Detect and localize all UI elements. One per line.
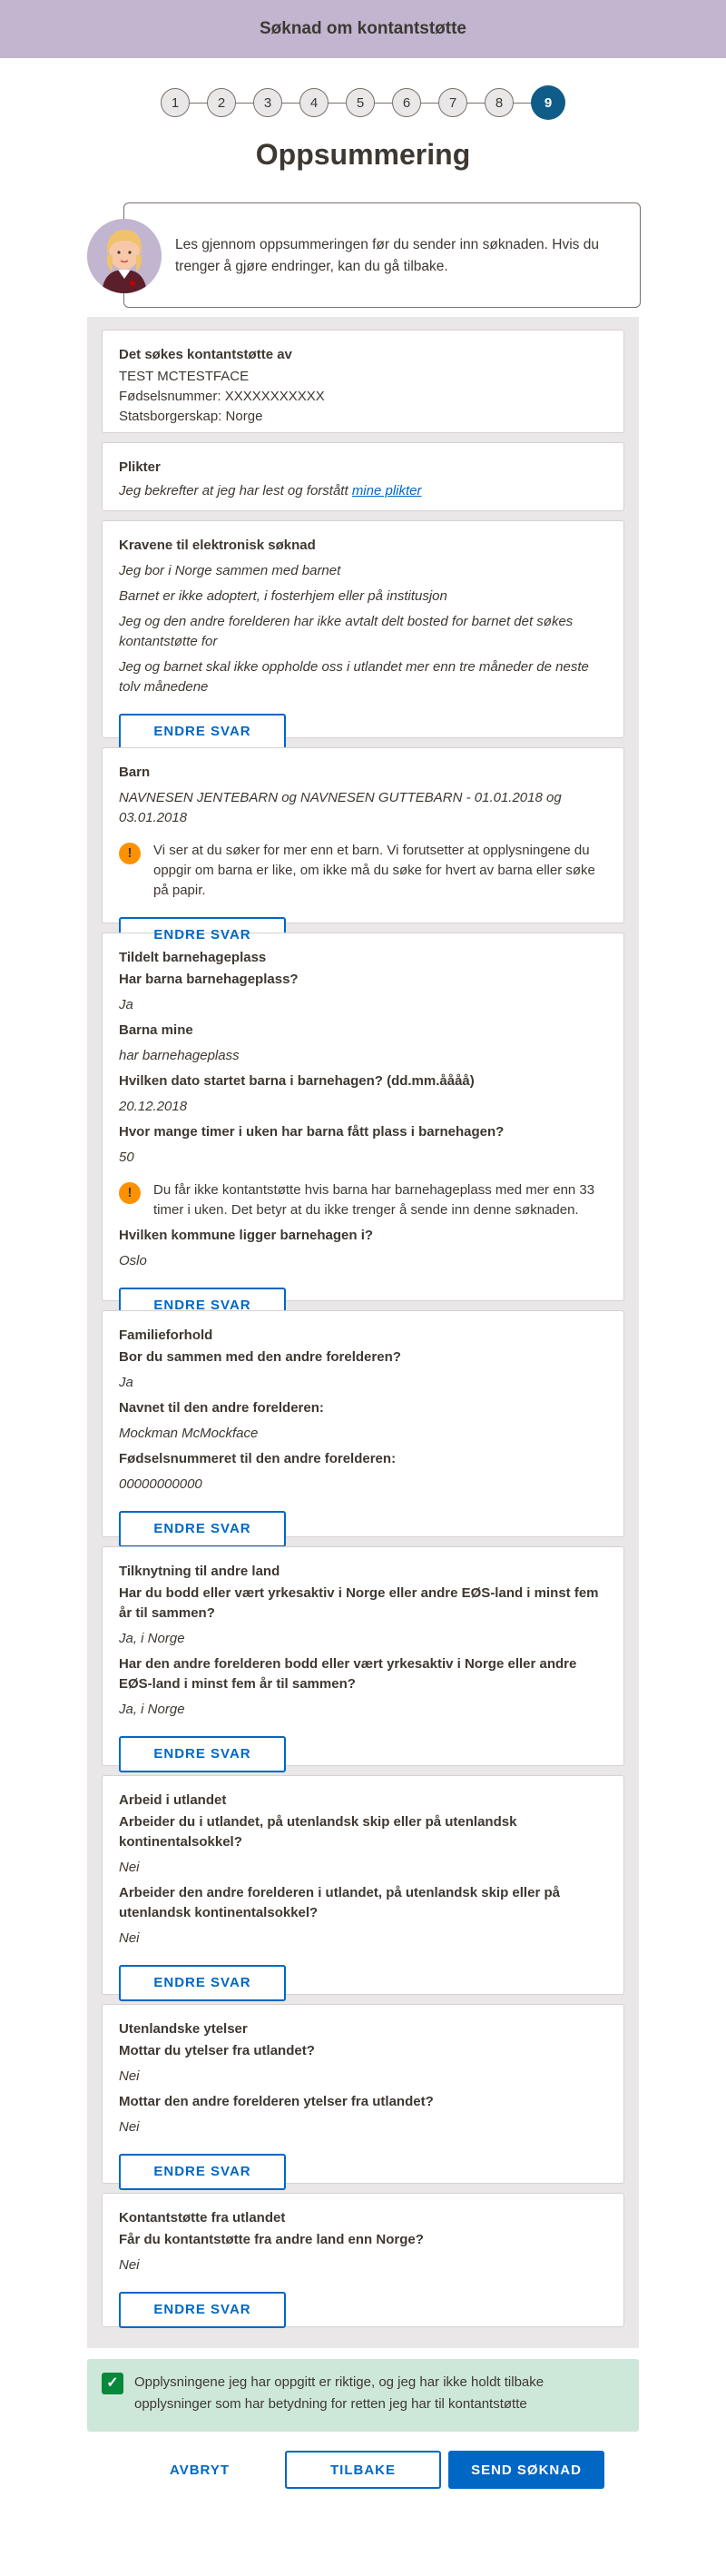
- guide-speech-bubble: Les gjennom oppsummeringen før du sender…: [123, 202, 641, 308]
- applicant-citizenship: Statsborgerskap: Norge: [119, 409, 263, 424]
- confirmation-checkbox[interactable]: ✓: [102, 2373, 123, 2394]
- edit-requirements-button[interactable]: ENDRE SVAR: [119, 714, 286, 750]
- edit-foreign-cash-benefit-button[interactable]: ENDRE SVAR: [119, 2292, 286, 2328]
- duties-card: Plikter Jeg bekrefter at jeg har lest og…: [102, 442, 624, 511]
- app-title: Søknad om kontantstøtte: [259, 19, 466, 38]
- question: Har du bodd eller vært yrkesaktiv i Norg…: [119, 1585, 599, 1621]
- applicant-name: TEST MCTESTFACE: [119, 369, 250, 384]
- family-card: Familieforhold Bor du sammen med den and…: [102, 1310, 624, 1547]
- answer: Nei: [119, 1860, 140, 1875]
- requirement-item: Jeg bor i Norge sammen med barnet: [119, 563, 341, 578]
- step-1: 1: [161, 88, 190, 117]
- warning-icon: !: [119, 843, 141, 864]
- requirement-item: Jeg og barnet skal ikke oppholde oss i u…: [119, 659, 589, 695]
- applicant-heading: Det søkes kontantstøtte av: [119, 347, 292, 362]
- kindergarten-heading: Tildelt barnehageplass: [119, 950, 267, 965]
- step-2: 2: [207, 88, 236, 117]
- warning-icon: !: [119, 1182, 141, 1204]
- answer: Ja, i Norge: [119, 1702, 185, 1717]
- applicant-fnr: Fødselsnummer: XXXXXXXXXXX: [119, 389, 325, 404]
- app-header: Søknad om kontantstøtte: [0, 0, 726, 58]
- family-heading: Familieforhold: [119, 1327, 213, 1343]
- children-heading: Barn: [119, 765, 151, 780]
- answer: Nei: [119, 1930, 140, 1946]
- answer: 50: [119, 1150, 134, 1165]
- step-6: 6: [392, 88, 421, 117]
- duties-link[interactable]: mine plikter: [352, 483, 422, 498]
- connection-card: Tilknytning til andre land Har du bodd e…: [102, 1546, 624, 1772]
- guide-text: Les gjennom oppsummeringen før du sender…: [175, 237, 599, 274]
- answer: Nei: [119, 2068, 140, 2084]
- step-4: 4: [299, 88, 329, 117]
- answer: Ja, i Norge: [119, 1631, 185, 1646]
- question: Barna mine: [119, 1022, 193, 1038]
- answer: 20.12.2018: [119, 1099, 188, 1114]
- edit-family-button[interactable]: ENDRE SVAR: [119, 1511, 286, 1547]
- back-button[interactable]: TILBAKE: [285, 2451, 441, 2489]
- question: Bor du sammen med den andre forelderen?: [119, 1349, 401, 1365]
- connection-heading: Tilknytning til andre land: [119, 1564, 280, 1579]
- children-alert: ! Vi ser at du søker for mer enn et barn…: [119, 841, 609, 901]
- confirmation-panel: ✓ Opplysningene jeg har oppgitt er rikti…: [87, 2359, 639, 2432]
- answer: har barnehageplass: [119, 1048, 240, 1063]
- step-8: 8: [485, 88, 514, 117]
- edit-work-abroad-button[interactable]: ENDRE SVAR: [119, 1965, 286, 2001]
- requirements-card: Kravene til elektronisk søknad Jeg bor i…: [102, 520, 624, 750]
- answer: Mockman McMockface: [119, 1426, 259, 1441]
- edit-foreign-benefits-button[interactable]: ENDRE SVAR: [119, 2154, 286, 2190]
- children-value: NAVNESEN JENTEBARN og NAVNESEN GUTTEBARN…: [119, 790, 562, 825]
- page-title: Oppsummering: [255, 138, 471, 171]
- guide-panel: Les gjennom oppsummeringen før du sender…: [87, 202, 641, 308]
- step-3: 3: [253, 88, 282, 117]
- question: Navnet til den andre forelderen:: [119, 1400, 324, 1416]
- question: Arbeider du i utlandet, på utenlandsk sk…: [119, 1814, 517, 1850]
- foreign-cash-benefit-card: Kontantstøtte fra utlandet Får du kontan…: [102, 2193, 624, 2328]
- question: Arbeider den andre forelderen i utlandet…: [119, 1885, 560, 1920]
- question: Hvilken dato startet barna i barnehagen?…: [119, 1073, 475, 1089]
- children-card: Barn NAVNESEN JENTEBARN og NAVNESEN GUTT…: [102, 747, 624, 953]
- answer: Ja: [119, 1375, 133, 1390]
- kindergarten-alert: ! Du får ikke kontantstøtte hvis barna h…: [119, 1180, 609, 1220]
- stepper: 1 2 3 4 5 6 7 8 9: [0, 85, 726, 120]
- confirmation-text: Opplysningene jeg har oppgitt er riktige…: [134, 2374, 544, 2412]
- answer: Oslo: [119, 1253, 147, 1268]
- question: Mottar den andre forelderen ytelser fra …: [119, 2094, 434, 2109]
- answer: Ja: [119, 997, 133, 1012]
- duties-heading: Plikter: [119, 459, 161, 475]
- foreign-benefits-heading: Utenlandske ytelser: [119, 2021, 248, 2037]
- applicant-card: Det søkes kontantstøtte av TEST MCTESTFA…: [102, 330, 624, 433]
- work-abroad-heading: Arbeid i utlandet: [119, 1792, 227, 1808]
- kindergarten-alert-text: Du får ikke kontantstøtte hvis barna har…: [153, 1182, 595, 1218]
- requirements-heading: Kravene til elektronisk søknad: [119, 538, 316, 553]
- step-7: 7: [438, 88, 467, 117]
- work-abroad-card: Arbeid i utlandet Arbeider du i utlandet…: [102, 1775, 624, 2001]
- question: Hvilken kommune ligger barnehagen i?: [119, 1228, 374, 1243]
- answer: Nei: [119, 2119, 140, 2135]
- answer: Nei: [119, 2257, 140, 2273]
- question: Fødselsnummeret til den andre forelderen…: [119, 1451, 397, 1466]
- action-bar: AVBRYT TILBAKE SEND SØKNAD: [0, 2451, 726, 2489]
- answer: 00000000000: [119, 1476, 202, 1492]
- question: Hvor mange timer i uken har barna fått p…: [119, 1124, 505, 1140]
- kindergarten-card: Tildelt barnehageplass Har barna barneha…: [102, 933, 624, 1324]
- question: Har den andre forelderen bodd eller vært…: [119, 1656, 577, 1692]
- guide-avatar: [87, 219, 162, 293]
- duties-text-row: Jeg bekrefter at jeg har lest og forståt…: [119, 481, 609, 501]
- step-9-active: 9: [531, 85, 565, 120]
- duties-text: Jeg bekrefter at jeg har lest og forståt…: [119, 483, 348, 498]
- foreign-cash-benefit-heading: Kontantstøtte fra utlandet: [119, 2210, 286, 2226]
- question: Har barna barnehageplass?: [119, 972, 299, 987]
- requirement-item: Barnet er ikke adoptert, i fosterhjem el…: [119, 588, 447, 604]
- edit-connection-button[interactable]: ENDRE SVAR: [119, 1736, 286, 1772]
- summary-panel: Det søkes kontantstøtte av TEST MCTESTFA…: [87, 317, 639, 2348]
- foreign-benefits-card: Utenlandske ytelser Mottar du ytelser fr…: [102, 2004, 624, 2190]
- requirement-item: Jeg og den andre forelderen har ikke avt…: [119, 614, 574, 649]
- children-alert-text: Vi ser at du søker for mer enn et barn. …: [153, 843, 595, 898]
- send-application-button[interactable]: SEND SØKNAD: [448, 2451, 604, 2489]
- question: Får du kontantstøtte fra andre land enn …: [119, 2232, 424, 2247]
- step-5: 5: [346, 88, 375, 117]
- cancel-button[interactable]: AVBRYT: [136, 2451, 263, 2489]
- question: Mottar du ytelser fra utlandet?: [119, 2043, 315, 2058]
